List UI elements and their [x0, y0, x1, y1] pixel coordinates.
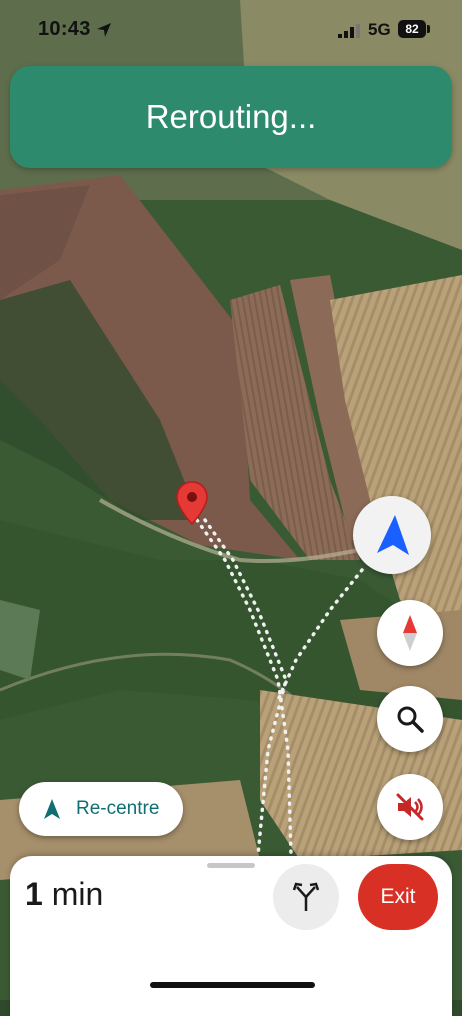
home-indicator	[150, 982, 315, 988]
mute-button[interactable]	[377, 774, 443, 840]
compass-button[interactable]	[377, 600, 443, 666]
eta-display: 1 min	[25, 876, 103, 913]
search-button[interactable]	[377, 686, 443, 752]
exit-label: Exit	[380, 885, 416, 908]
status-bar: 10:43 5G 82	[0, 0, 462, 60]
trip-bottom-sheet[interactable]: 1 min Exit	[10, 856, 452, 1016]
status-time: 10:43	[38, 18, 91, 40]
banner-text: Rerouting...	[145, 98, 317, 135]
blue-navigation-arrow-icon	[377, 515, 409, 555]
eta-unit: min	[51, 876, 104, 912]
volume-off-icon	[396, 793, 424, 821]
recentre-button[interactable]: Re-centre	[19, 782, 183, 836]
search-icon	[397, 706, 424, 733]
network-type: 5G	[368, 20, 391, 39]
compass-icon	[403, 615, 417, 651]
navigation-arrow-icon	[44, 799, 60, 819]
eta-value: 1	[25, 876, 43, 912]
heading-indicator-button[interactable]	[353, 496, 431, 574]
red-map-pin-icon[interactable]	[175, 480, 209, 526]
sheet-drag-handle[interactable]	[207, 863, 255, 868]
battery-indicator: 82	[398, 20, 426, 38]
battery-tip	[427, 25, 430, 33]
exit-button[interactable]: Exit	[358, 864, 438, 930]
location-arrow-icon	[97, 23, 111, 37]
rerouting-banner: Rerouting...	[10, 66, 452, 168]
alternate-routes-button[interactable]	[273, 864, 339, 930]
recentre-label: Re-centre	[76, 798, 160, 819]
alternate-routes-icon	[292, 882, 320, 911]
cellular-signal-icon	[338, 24, 360, 38]
